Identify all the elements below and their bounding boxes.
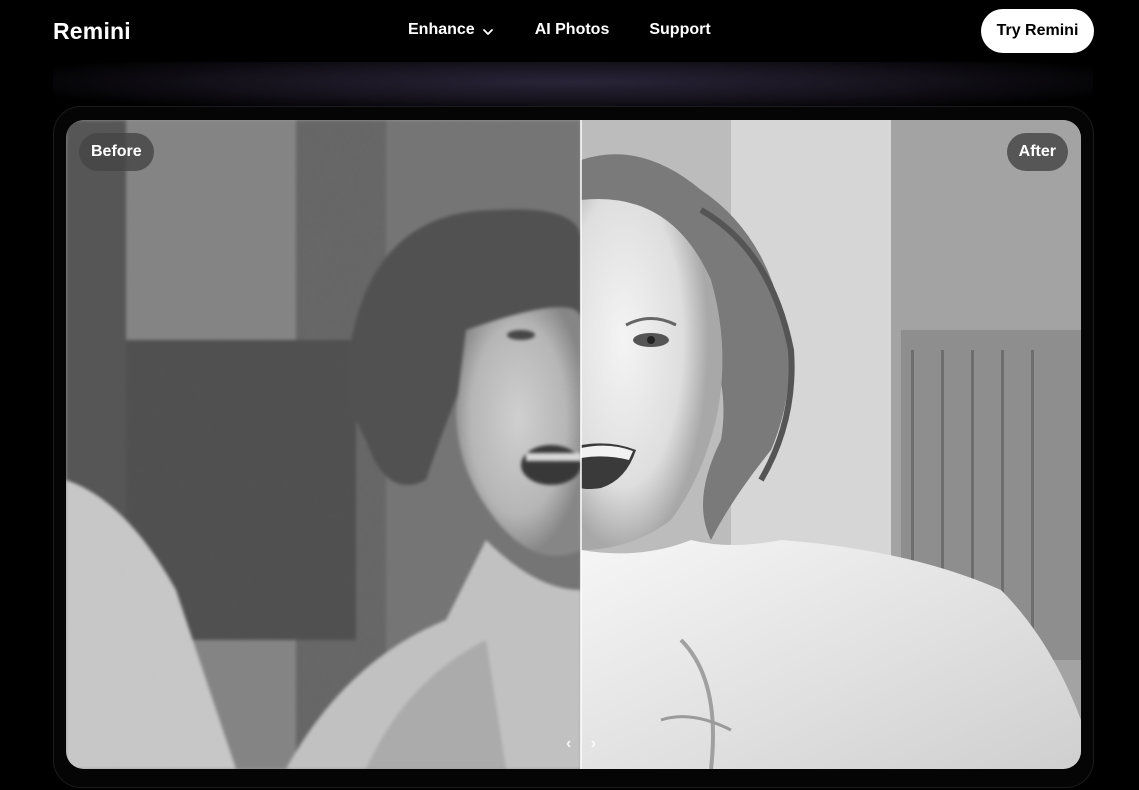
nav-item-ai-photos[interactable]: AI Photos bbox=[535, 20, 610, 40]
site-header: Remini Enhance AI Photos Support Try Rem… bbox=[0, 0, 1139, 62]
before-after-comparer[interactable]: ‹ › Before After bbox=[66, 120, 1081, 769]
comparer-handle[interactable]: ‹ › bbox=[566, 734, 596, 754]
after-label: After bbox=[1006, 133, 1068, 171]
chevron-left-icon: ‹ bbox=[566, 735, 572, 752]
before-label: Before bbox=[79, 133, 154, 171]
main-nav: Enhance AI Photos Support bbox=[408, 20, 711, 40]
nav-item-support[interactable]: Support bbox=[649, 20, 710, 40]
remini-logo[interactable]: Remini bbox=[53, 18, 131, 45]
nav-item-enhance[interactable]: Enhance bbox=[408, 20, 495, 40]
chevron-right-icon: › bbox=[590, 735, 596, 752]
nav-item-support-label: Support bbox=[649, 21, 711, 38]
nav-item-enhance-label: Enhance bbox=[408, 21, 475, 38]
nav-item-ai-photos-label: AI Photos bbox=[534, 21, 610, 38]
before-image bbox=[66, 120, 581, 769]
header-glow bbox=[53, 62, 1093, 112]
try-remini-button[interactable]: Try Remini bbox=[981, 9, 1094, 53]
chevron-down-icon bbox=[482, 28, 493, 35]
after-image bbox=[581, 120, 1081, 769]
comparer-divider[interactable] bbox=[580, 120, 582, 769]
